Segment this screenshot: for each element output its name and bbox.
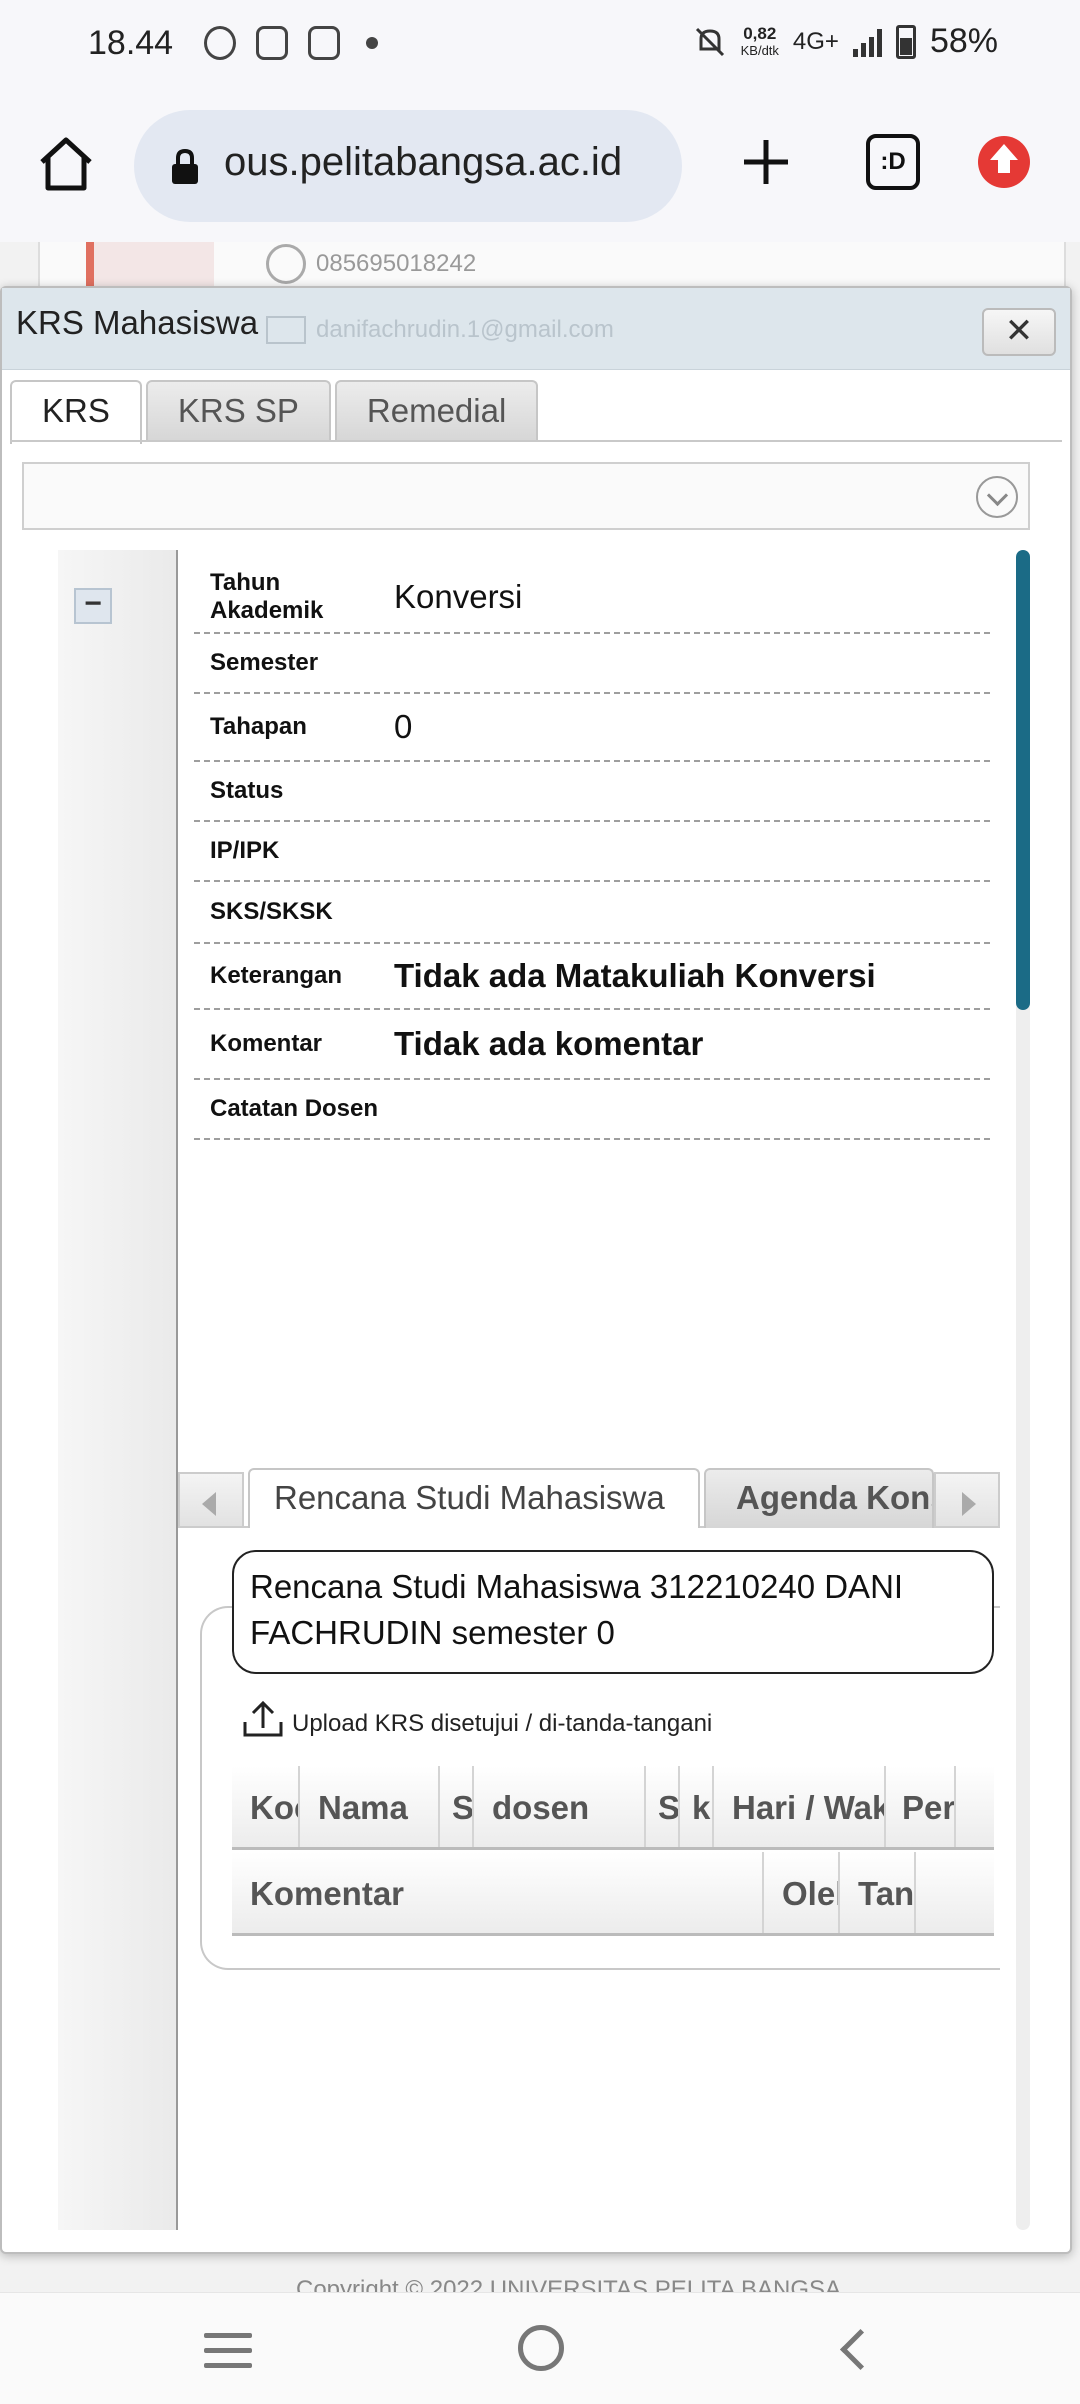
- comment-grid-header: Komentar Olel Tan: [232, 1852, 994, 1936]
- column-header-nama[interactable]: Nama: [300, 1766, 440, 1847]
- column-header-kelas[interactable]: k: [680, 1766, 714, 1847]
- column-header-kode[interactable]: Koc: [232, 1766, 300, 1847]
- chevron-down-icon[interactable]: [976, 476, 1018, 518]
- tab-remedial[interactable]: Remedial: [334, 380, 539, 442]
- mute-icon: [695, 27, 724, 56]
- panel-caption: Rencana Studi Mahasiswa 312210240 DANI F…: [232, 1550, 994, 1674]
- info-row-tahapan: Tahapan 0: [194, 694, 990, 762]
- tab-agenda-konsultasi[interactable]: Agenda Kons: [704, 1468, 934, 1528]
- column-header-pertemuan[interactable]: Per: [886, 1766, 956, 1847]
- tab-switcher-button[interactable]: :D: [866, 134, 920, 190]
- scrollbar-thumb[interactable]: [1016, 550, 1030, 1010]
- battery-percent: 58%: [929, 22, 998, 60]
- tahapan-label: Tahapan: [210, 713, 307, 740]
- system-icons: 0,82 KB/dtk 4G+ 58%: [693, 22, 998, 61]
- info-row-semester: Semester: [194, 634, 990, 694]
- home-nav-icon[interactable]: [518, 2325, 564, 2371]
- phone-number: 085695018242: [316, 250, 477, 277]
- info-row-catatan: Catatan Dosen: [194, 1080, 990, 1140]
- keterangan-value: Tidak ada Matakuliah Konversi: [394, 957, 876, 994]
- info-row-tahun: Tahun Akademik Konversi: [194, 562, 990, 634]
- recent-apps-icon[interactable]: [204, 2333, 252, 2369]
- row-gutter: −: [58, 550, 178, 2230]
- tab-krs-sp[interactable]: KRS SP: [145, 380, 331, 442]
- net-speed-unit: KB/dtk: [740, 42, 779, 58]
- more-notifications-icon: [366, 37, 378, 49]
- upload-icon[interactable]: [242, 1700, 284, 1738]
- avatar: [86, 242, 214, 288]
- clock: 18.44: [88, 24, 174, 62]
- whatsapp-icon: [204, 26, 236, 60]
- upgrade-icon[interactable]: [978, 136, 1030, 188]
- krs-grid-header: Koc Nama S dosen S k Hari / Wak Per: [232, 1766, 994, 1850]
- tab-krs[interactable]: KRS: [10, 380, 142, 444]
- tab-divider: [10, 440, 1062, 442]
- sks-label: SKS/SKSK: [210, 898, 333, 925]
- email-address: danifachrudin.1@gmail.com: [316, 316, 614, 343]
- status-bar: 18.44 0,82 KB/dtk 4G+ 58%: [0, 0, 1080, 92]
- inner-tabs: Rencana Studi Mahasiswa Agenda Kons: [178, 1468, 1000, 1528]
- system-nav-bar: [0, 2292, 1080, 2404]
- krs-dialog: KRS Mahasiswa ✕ KRS KRS SP Remedial − Ta…: [0, 286, 1072, 2254]
- dialog-title: KRS Mahasiswa: [16, 304, 259, 341]
- period-select[interactable]: [22, 462, 1030, 530]
- tab-rencana-studi[interactable]: Rencana Studi Mahasiswa: [248, 1468, 700, 1528]
- tahun-akademik-label: Tahun Akademik: [210, 569, 324, 624]
- tab-scroll-left-icon[interactable]: [178, 1472, 244, 1528]
- back-icon[interactable]: [836, 2329, 866, 2367]
- info-row-keterangan: Keterangan Tidak ada Matakuliah Konversi: [194, 944, 990, 1010]
- info-row-status: Status: [194, 762, 990, 822]
- krs-info-table: Tahun Akademik Konversi Semester Tahapan…: [194, 562, 990, 1140]
- status-label: Status: [210, 777, 284, 804]
- close-button[interactable]: ✕: [982, 308, 1056, 356]
- signal-icon: [852, 27, 882, 57]
- komentar-value: Tidak ada komentar: [394, 1025, 704, 1062]
- keterangan-label: Keterangan: [210, 962, 343, 989]
- dialog-tabs: KRS KRS SP Remedial: [10, 380, 539, 444]
- address-bar[interactable]: ous.pelitabangsa.ac.id: [134, 110, 682, 222]
- column-header-hari-waktu[interactable]: Hari / Wak: [714, 1766, 886, 1847]
- net-speed: 0,82 KB/dtk: [741, 25, 779, 59]
- semester-label: Semester: [210, 649, 319, 676]
- shop-icon: [256, 26, 288, 60]
- info-row-sks: SKS/SKSK: [194, 882, 990, 944]
- gallery-icon: [308, 26, 340, 60]
- tahapan-value: 0: [394, 708, 413, 745]
- catatan-dosen-label: Catatan Dosen: [210, 1095, 379, 1122]
- column-header-oleh[interactable]: Olel: [764, 1852, 840, 1933]
- ipk-label: IP/IPK: [210, 837, 280, 864]
- komentar-label: Komentar: [210, 1030, 323, 1057]
- tahun-akademik-value: Konversi: [394, 578, 523, 615]
- vertical-scrollbar[interactable]: [1016, 550, 1030, 2230]
- upload-label: Upload KRS disetujui / di-tanda-tangani: [292, 1710, 713, 1737]
- browser-toolbar: ous.pelitabangsa.ac.id :D: [0, 92, 1080, 242]
- battery-icon: [895, 24, 916, 59]
- home-icon[interactable]: [34, 132, 98, 196]
- krs-detail: − Tahun Akademik Konversi Semester Tahap…: [58, 550, 1034, 2230]
- notification-icons: [204, 26, 378, 60]
- column-header-komentar[interactable]: Komentar: [232, 1852, 764, 1933]
- column-header-semester[interactable]: S: [646, 1766, 680, 1847]
- column-header-tanggal[interactable]: Tan: [840, 1852, 916, 1933]
- lock-icon: [172, 148, 198, 184]
- tab-scroll-right-icon[interactable]: [934, 1472, 1000, 1528]
- column-header-sks[interactable]: S: [440, 1766, 474, 1847]
- column-header-dosen[interactable]: dosen: [474, 1766, 646, 1847]
- url-text: ous.pelitabangsa.ac.id: [224, 140, 623, 184]
- upload-krs-link[interactable]: Upload KRS disetujui / di-tanda-tangani: [242, 1700, 712, 1738]
- new-tab-icon[interactable]: [740, 136, 792, 188]
- collapse-button[interactable]: −: [74, 588, 112, 624]
- net-speed-value: 0,82: [743, 23, 777, 43]
- info-row-komentar: Komentar Tidak ada komentar: [194, 1010, 990, 1080]
- profile-email: danifachrudin.1@gmail.com: [266, 316, 614, 344]
- phone-icon: [266, 244, 306, 284]
- network-type: 4G+: [792, 27, 839, 55]
- info-row-ipk: IP/IPK: [194, 822, 990, 882]
- profile-phone: 085695018242: [266, 244, 476, 284]
- email-icon: [266, 316, 306, 344]
